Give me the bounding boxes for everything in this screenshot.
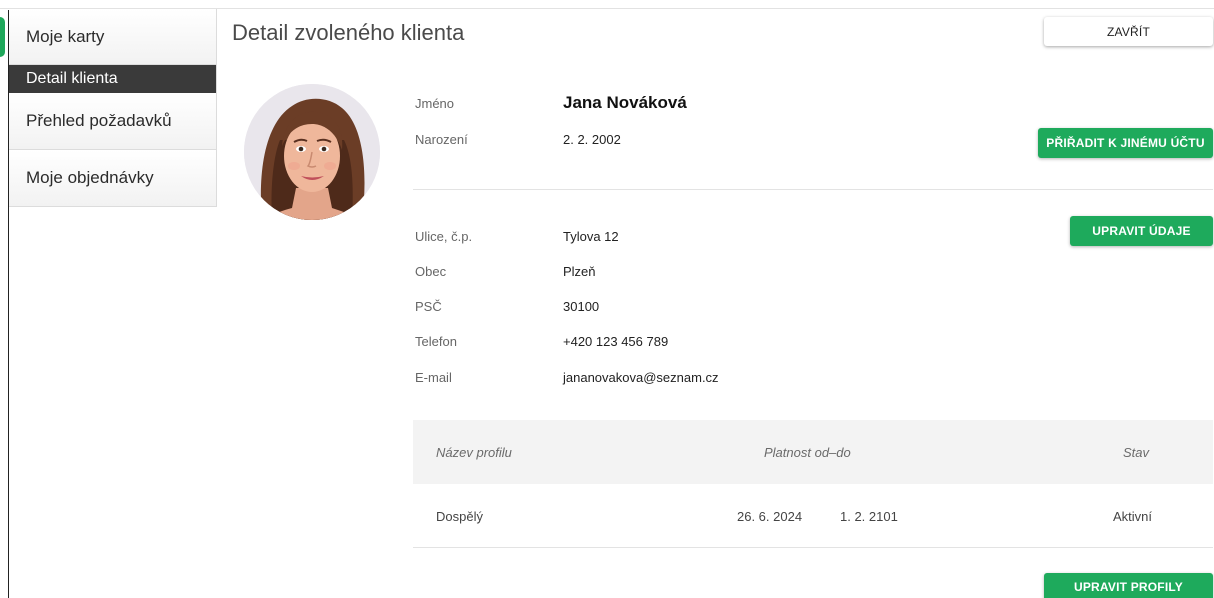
- edit-details-button[interactable]: UPRAVIT ÚDAJE: [1070, 216, 1213, 246]
- client-city: Plzeň: [563, 264, 596, 279]
- status-cell: Aktivní: [1113, 509, 1153, 524]
- sidebar: Moje karty Detail klienta Přehled požada…: [0, 9, 217, 207]
- client-street: Tylova 12: [563, 229, 619, 244]
- client-phone: +420 123 456 789: [563, 334, 669, 349]
- column-header-validity: Platnost od–do: [764, 445, 851, 460]
- assign-account-button[interactable]: PŘIŘADIT K JINÉMU ÚČTU: [1038, 128, 1213, 158]
- sidebar-item-moje-karty[interactable]: Moje karty: [0, 9, 216, 65]
- profiles-table-header: Název profilu Platnost od–do Stav: [413, 420, 1213, 484]
- column-header-status: Stav: [1123, 445, 1150, 460]
- zip-label: PSČ: [415, 299, 442, 314]
- client-name: Jana Nováková: [563, 93, 687, 112]
- birth-label: Narození: [415, 132, 468, 147]
- sidebar-item-label: Moje objednávky: [26, 168, 154, 187]
- avatar: [244, 84, 380, 220]
- table-divider: [413, 547, 1213, 548]
- street-label: Ulice, č.p.: [415, 229, 473, 244]
- edit-profiles-button[interactable]: UPRAVIT PROFILY: [1044, 573, 1213, 598]
- client-email: jananovakova@seznam.cz: [563, 370, 719, 385]
- profile-name-cell: Dospělý: [436, 509, 483, 524]
- email-label: E-mail: [415, 370, 452, 385]
- valid-from-cell: 26. 6. 2024: [737, 509, 803, 524]
- sidebar-item-label: Přehled požadavků: [26, 111, 172, 130]
- sidebar-item-label: Moje karty: [26, 26, 105, 46]
- sidebar-item-detail-klienta[interactable]: Detail klienta: [9, 65, 216, 93]
- name-label: Jméno: [415, 96, 455, 111]
- phone-label: Telefon: [415, 334, 457, 349]
- sidebar-item-moje-objednavky[interactable]: Moje objednávky: [9, 150, 216, 206]
- client-zip: 30100: [563, 299, 600, 314]
- sidebar-item-prehled-pozadavku[interactable]: Přehled požadavků: [9, 93, 216, 150]
- sidebar-item-label: Detail klienta: [26, 70, 118, 87]
- client-birth: 2. 2. 2002: [563, 132, 621, 147]
- page-title: Detail zvoleného klienta: [232, 20, 465, 45]
- valid-to-cell: 1. 2. 2101: [840, 509, 898, 524]
- column-header-profile-name: Název profilu: [436, 445, 512, 460]
- divider: [413, 189, 1213, 190]
- close-button[interactable]: ZAVŘÍT: [1044, 17, 1213, 46]
- city-label: Obec: [415, 264, 447, 279]
